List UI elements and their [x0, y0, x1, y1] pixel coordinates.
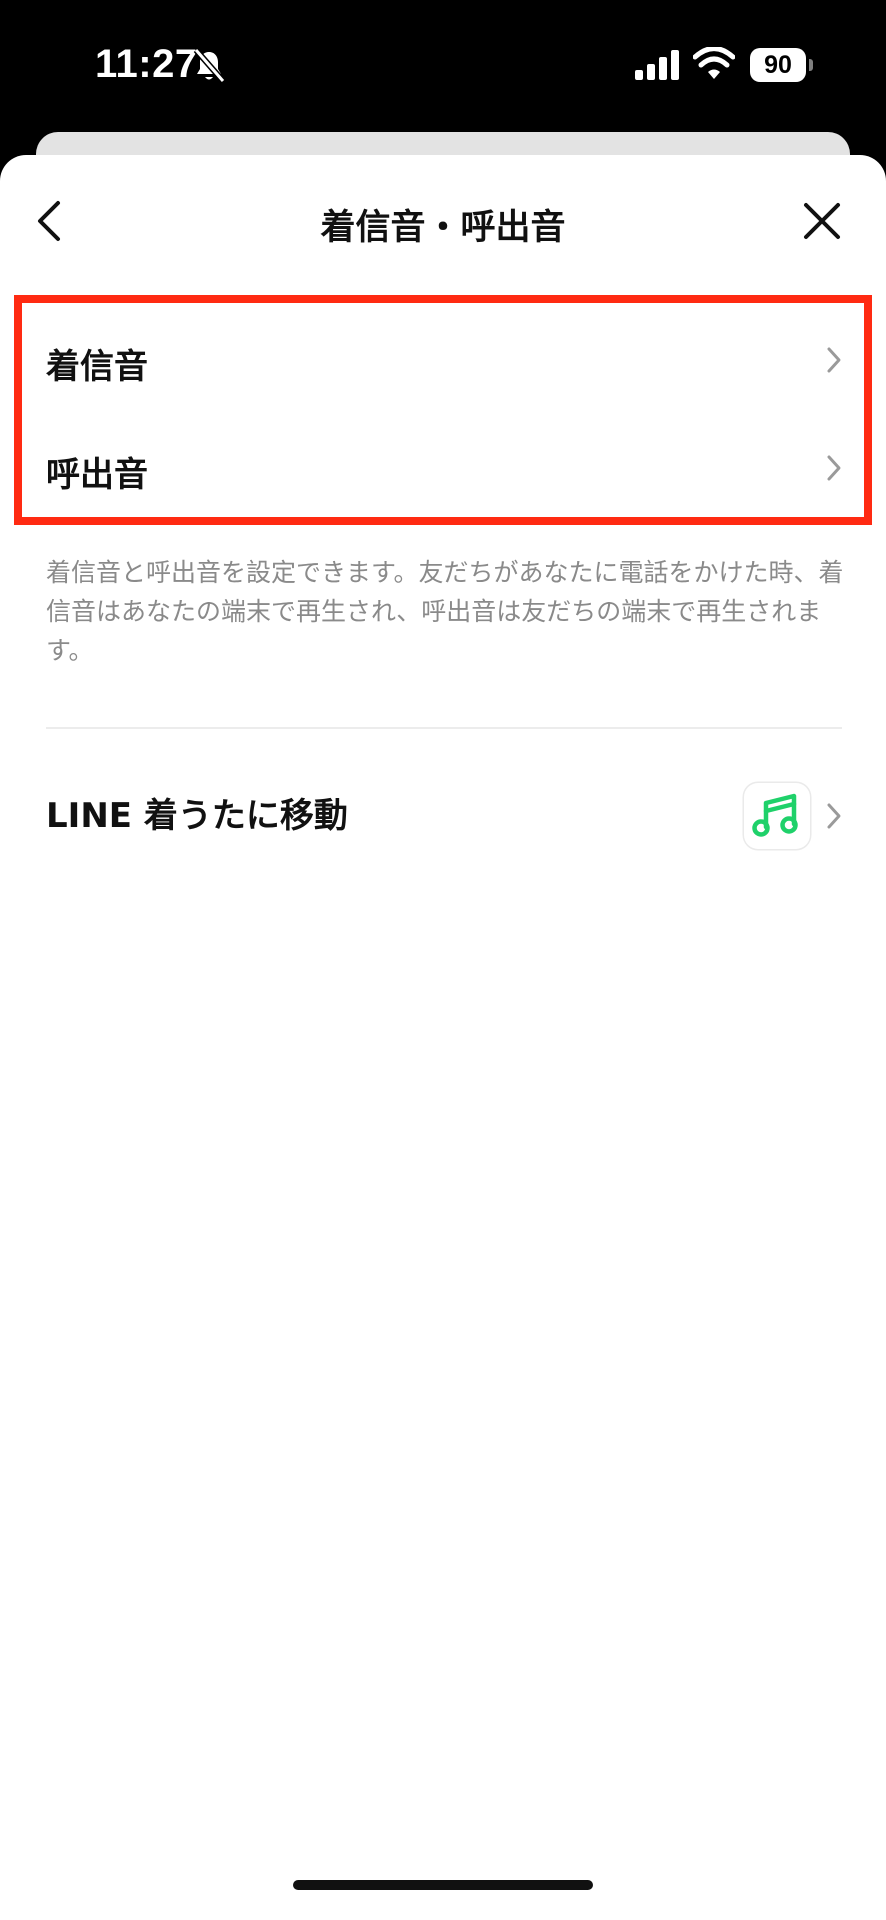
- wifi-icon: [693, 47, 735, 79]
- menu-row-label: LINE 着うたに移動: [46, 796, 348, 836]
- description-text: 着信音と呼出音を設定できます。友だちがあなたに電話をかけた時、着信音はあなたの端…: [46, 558, 844, 665]
- menu-row-line-music[interactable]: LINE 着うたに移動: [0, 760, 886, 872]
- battery-tip: [809, 59, 813, 71]
- chevron-right-icon: [827, 803, 841, 829]
- highlight-box: [14, 295, 872, 525]
- bell-muted-icon: [193, 48, 226, 83]
- music-note-icon: [752, 793, 798, 837]
- music-app-icon: [744, 783, 810, 849]
- home-indicator[interactable]: [293, 1880, 593, 1890]
- battery-icon: 90: [750, 48, 806, 82]
- status-bar: 11:27 90: [0, 0, 886, 132]
- signal-icon: [635, 50, 679, 80]
- page-title: 着信音・呼出音: [320, 208, 566, 248]
- divider: [46, 727, 842, 729]
- settings-sheet: 着信音・呼出音 着信音 呼出音 着信音と呼出音を設定できます。友だちがあなたに電…: [0, 155, 886, 1920]
- nav-bar: 着信音・呼出音: [0, 155, 886, 285]
- status-time: 11:27: [95, 42, 198, 86]
- close-icon[interactable]: [796, 195, 848, 247]
